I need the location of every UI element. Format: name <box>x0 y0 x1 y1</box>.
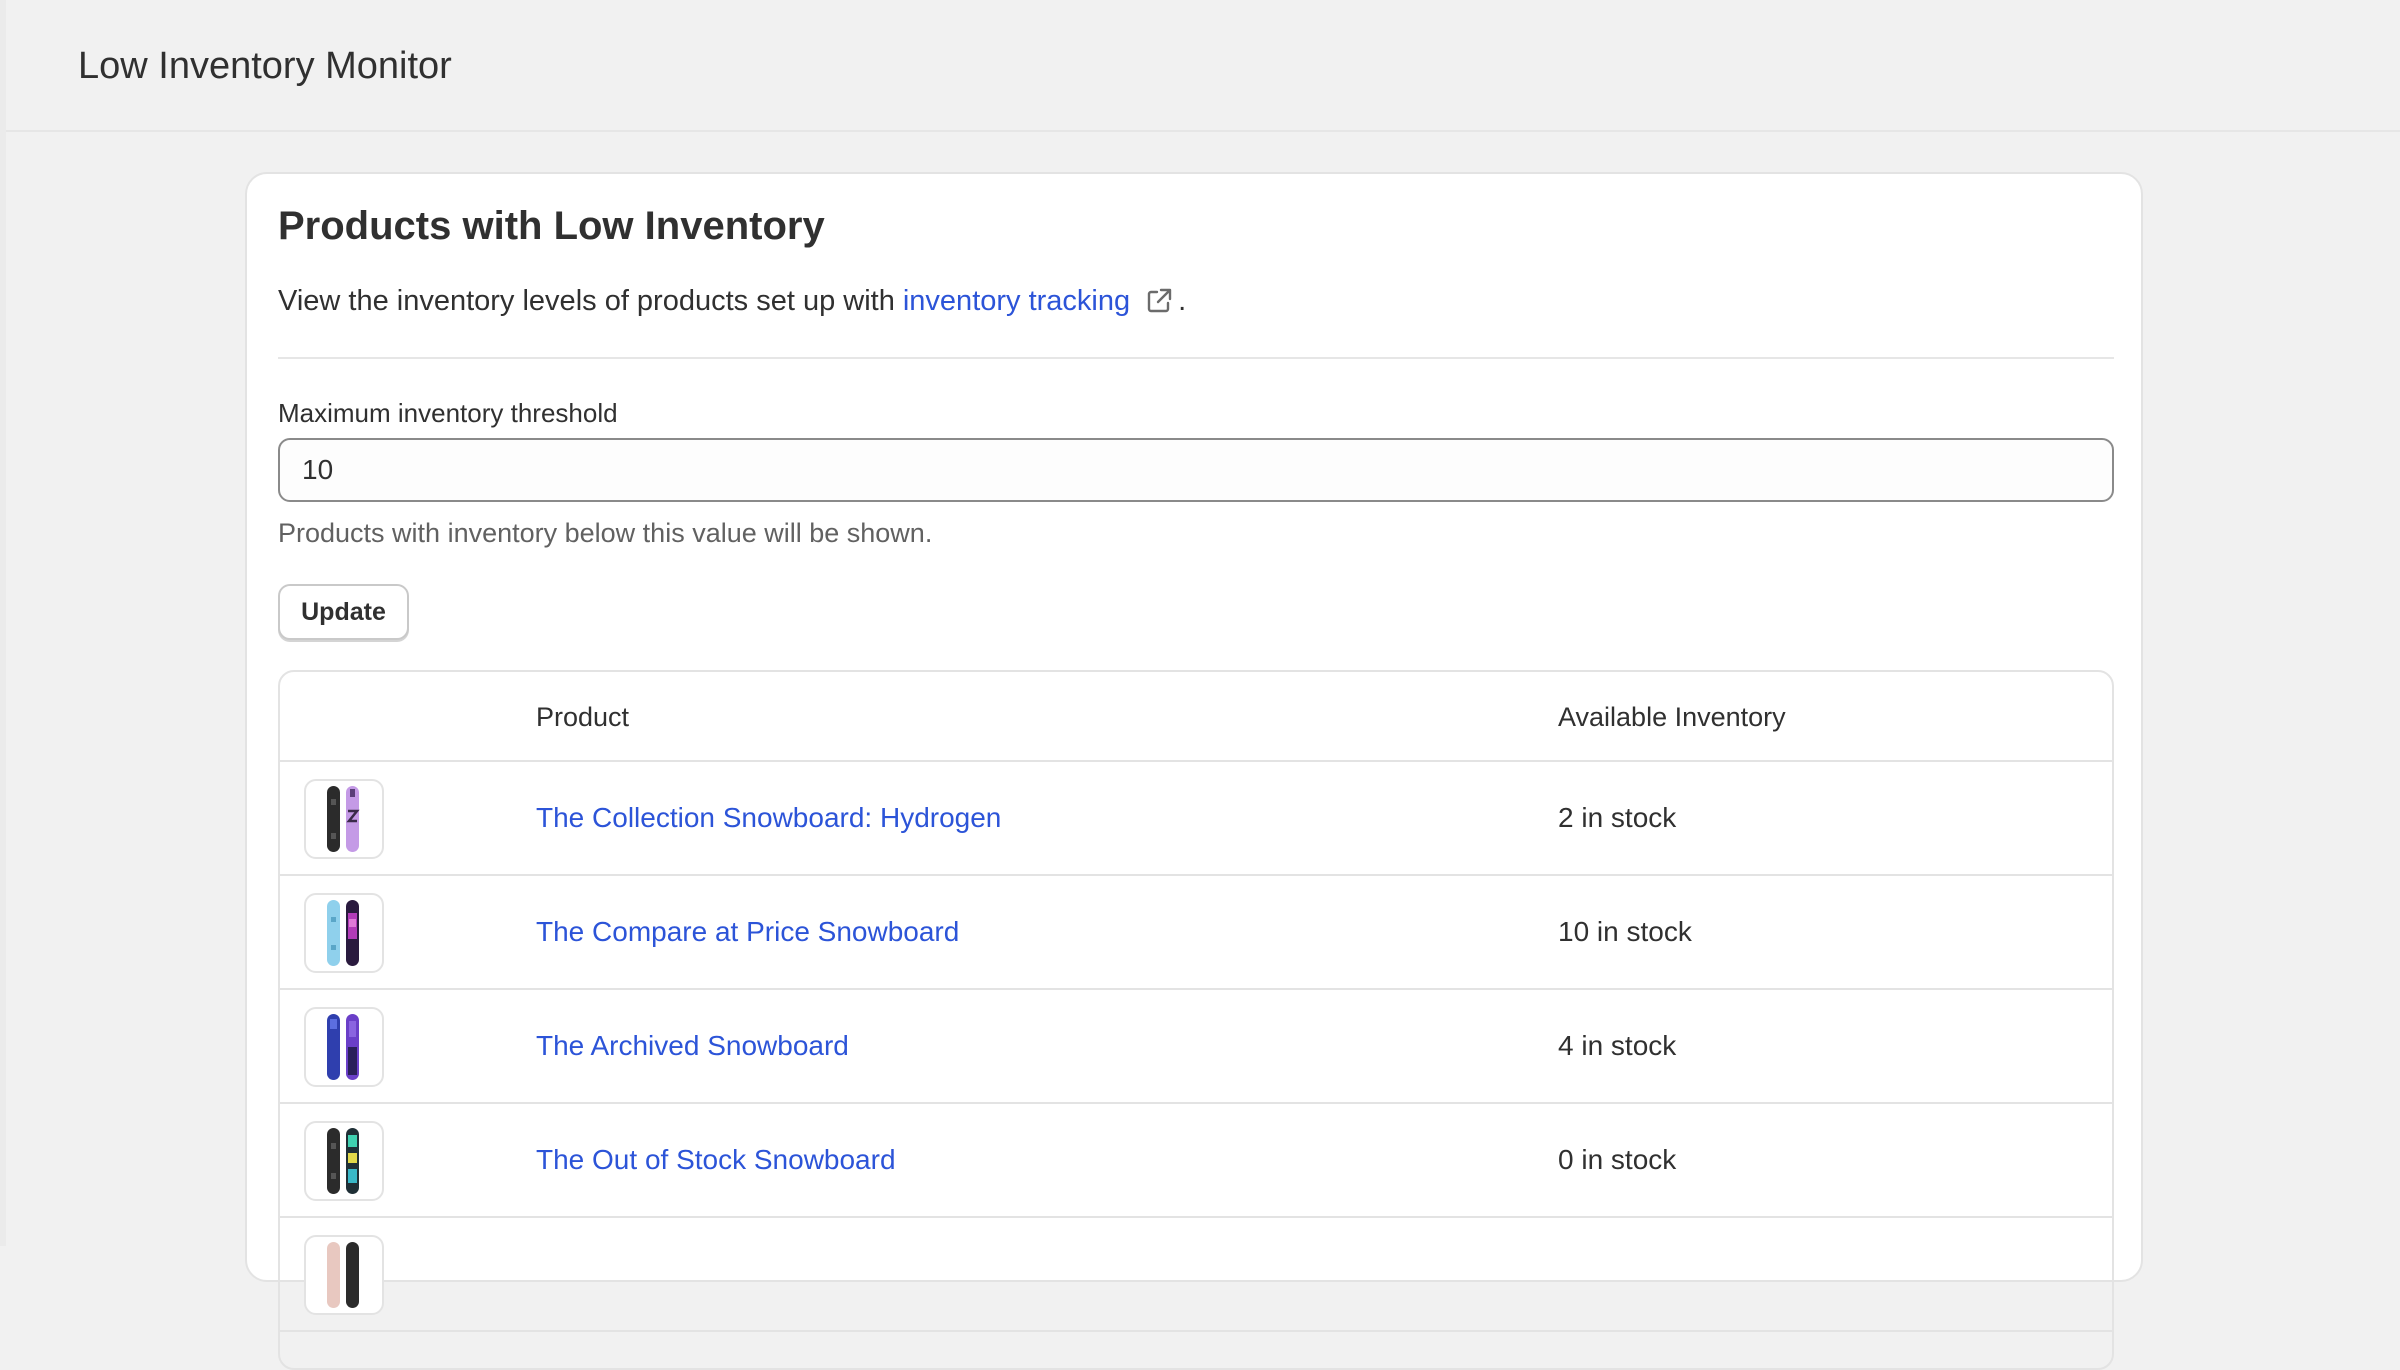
table-header: Product Available Inventory <box>280 672 2112 762</box>
product-link[interactable]: The Compare at Price Snowboard <box>536 918 959 946</box>
external-link-icon[interactable] <box>1144 286 1174 316</box>
card-description: View the inventory levels of products se… <box>278 286 1186 316</box>
inventory-table: Product Available Inventory The Collecti… <box>278 670 2114 1370</box>
product-thumbnail <box>304 1235 384 1315</box>
threshold-help-text: Products with inventory below this value… <box>278 518 933 548</box>
left-edge <box>0 0 6 1246</box>
product-link[interactable]: The Out of Stock Snowboard <box>536 1146 896 1174</box>
description-period: . <box>1178 284 1187 317</box>
description-text: View the inventory levels of products se… <box>278 284 895 317</box>
low-inventory-card: Products with Low Inventory View the inv… <box>245 172 2143 1370</box>
table-row: The Compare at Price Snowboard 10 in sto… <box>280 876 2112 990</box>
app-title: Low Inventory Monitor <box>78 45 452 87</box>
product-thumbnail <box>304 779 384 859</box>
threshold-label: Maximum inventory threshold <box>278 398 618 428</box>
product-link[interactable]: The Archived Snowboard <box>536 1032 849 1060</box>
divider <box>278 357 2114 359</box>
app-header: Low Inventory Monitor <box>6 8 2400 132</box>
column-header-product: Product <box>536 702 630 732</box>
stock-value: 2 in stock <box>1558 802 1677 833</box>
column-header-inventory: Available Inventory <box>1558 702 1786 732</box>
product-thumbnail <box>304 893 384 973</box>
stock-value: 4 in stock <box>1558 1030 1677 1061</box>
threshold-input[interactable] <box>278 438 2114 502</box>
product-thumbnail <box>304 1007 384 1087</box>
update-button[interactable]: Update <box>278 584 409 640</box>
table-row: The Out of Stock Snowboard 0 in stock <box>280 1104 2112 1218</box>
inventory-tracking-link[interactable]: inventory tracking <box>903 286 1130 316</box>
stock-value: 0 in stock <box>1558 1144 1677 1175</box>
card-title: Products with Low Inventory <box>278 204 825 248</box>
product-thumbnail <box>304 1121 384 1201</box>
stock-value: 10 in stock <box>1558 916 1692 947</box>
product-link[interactable]: The Collection Snowboard: Hydrogen <box>536 804 1001 832</box>
table-row: The Archived Snowboard 4 in stock <box>280 990 2112 1104</box>
table-row: The Collection Snowboard: Hydrogen 2 in … <box>280 762 2112 876</box>
table-row <box>280 1218 2112 1332</box>
